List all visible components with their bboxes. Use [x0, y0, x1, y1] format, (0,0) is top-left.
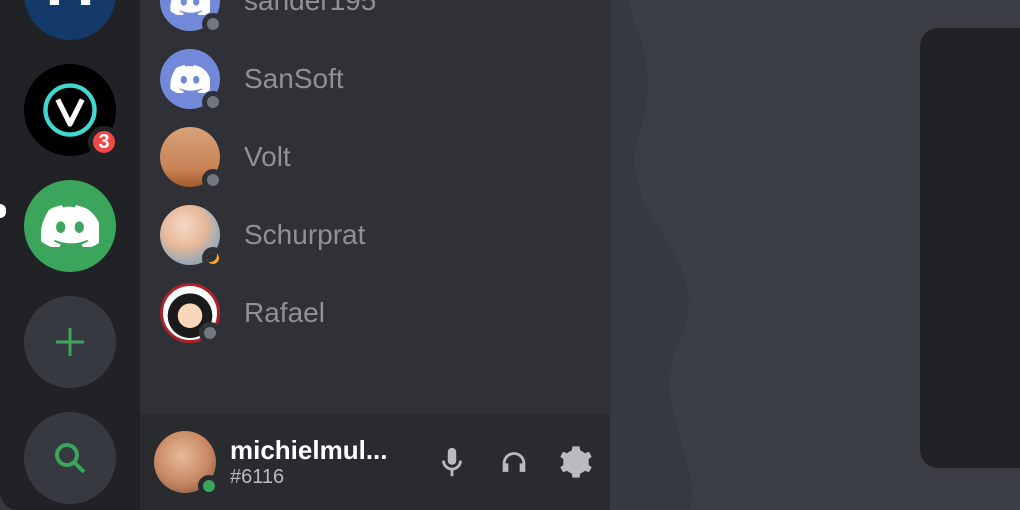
headphones-icon: [497, 445, 531, 479]
plus-icon: [52, 324, 88, 360]
discord-icon: [170, 0, 210, 15]
server-rail: 3: [0, 0, 140, 510]
dm-item[interactable]: Rafael: [140, 274, 610, 352]
avatar: [160, 205, 220, 265]
dm-username: SanSoft: [244, 63, 344, 95]
status-offline-icon: [199, 322, 221, 344]
avatar: [160, 283, 220, 343]
mute-button[interactable]: [432, 442, 472, 482]
dm-item[interactable]: Volt: [140, 118, 610, 196]
discord-icon: [170, 65, 210, 93]
discord-icon: [41, 205, 99, 247]
v-logo-icon: [42, 82, 98, 138]
user-text[interactable]: michielmul... #6116: [230, 435, 402, 489]
mic-icon: [435, 445, 469, 479]
settings-button[interactable]: [556, 442, 596, 482]
dm-list: sander195 SanSoft Volt Schurprat: [140, 0, 610, 414]
dm-item[interactable]: SanSoft: [140, 40, 610, 118]
server-discord-home[interactable]: [24, 180, 116, 272]
server-badge: 3: [88, 126, 120, 158]
avatar: [160, 127, 220, 187]
dm-username: sander195: [244, 0, 376, 17]
deafen-button[interactable]: [494, 442, 534, 482]
self-username: michielmul...: [230, 435, 402, 466]
dm-column: sander195 SanSoft Volt Schurprat: [140, 0, 610, 510]
status-offline-icon: [202, 91, 224, 113]
status-offline-icon: [202, 169, 224, 191]
server-selection-pill: [0, 204, 6, 218]
self-discriminator: #6116: [230, 466, 402, 489]
content-card: [920, 28, 1020, 468]
panel-icons: [432, 442, 596, 482]
self-avatar[interactable]: [154, 431, 216, 493]
gear-icon: [559, 445, 593, 479]
status-offline-icon: [202, 13, 224, 35]
search-icon: [52, 440, 88, 476]
server-item[interactable]: [24, 0, 116, 40]
main-content: [610, 0, 1020, 510]
status-online-icon: [198, 475, 220, 497]
dm-item[interactable]: sander195: [140, 0, 610, 40]
status-idle-icon: [202, 247, 224, 269]
dm-username: Schurprat: [244, 219, 365, 251]
explore-button[interactable]: [24, 412, 116, 504]
dm-username: Rafael: [244, 297, 325, 329]
add-server-button[interactable]: [24, 296, 116, 388]
user-panel: michielmul... #6116: [140, 414, 610, 510]
server-icon: [40, 0, 100, 16]
server-item[interactable]: 3: [24, 64, 116, 156]
avatar: [160, 0, 220, 31]
dm-username: Volt: [244, 141, 291, 173]
avatar: [160, 49, 220, 109]
dm-item[interactable]: Schurprat: [140, 196, 610, 274]
